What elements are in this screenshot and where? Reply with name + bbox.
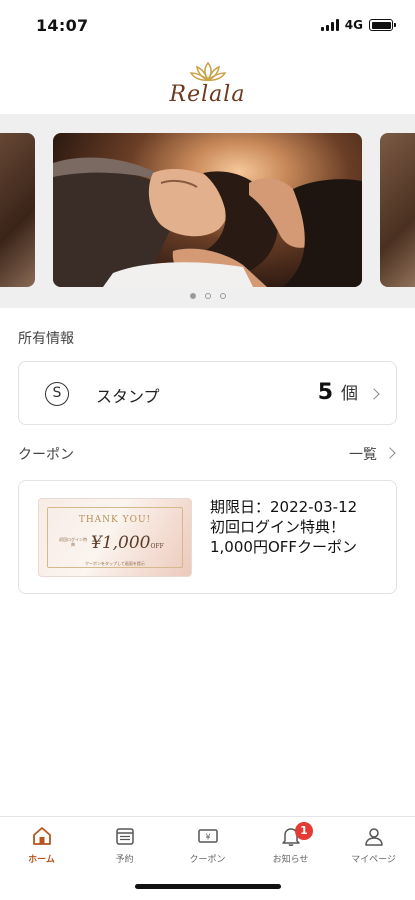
svg-text:¥: ¥ [205, 833, 210, 842]
nav-label-notifications: お知らせ [272, 855, 309, 865]
stamp-card[interactable]: S スタンプ 5 個 [18, 361, 397, 425]
carousel-dot[interactable] [204, 293, 211, 299]
nav-label-mypage: マイページ [351, 855, 396, 865]
coupon-thumbnail-note: クーポンをタップして画面を提示 [85, 561, 145, 566]
coupon-thumbnail-amount: ¥1,000OFF [91, 533, 164, 553]
coupon-heading: クーポン [18, 447, 74, 463]
stamp-count: 5 個 [318, 379, 358, 405]
coupon-thumbnail-amount-value: ¥1,000 [91, 533, 151, 553]
chevron-right-icon [368, 388, 380, 400]
coupon-details: 期限日：2022-03-12 初回ログイン特典！ 1,000円OFFクーポン [210, 497, 357, 557]
calendar-icon [115, 828, 134, 845]
notification-badge: 1 [295, 822, 313, 840]
carousel-slide-current[interactable] [53, 133, 362, 287]
nav-item-mypage[interactable]: マイページ [332, 825, 415, 865]
status-indicators: 4G [320, 18, 396, 32]
logo-text: Relala [169, 82, 246, 107]
battery-icon [369, 19, 396, 31]
nav-item-coupon[interactable]: ¥ クーポン [166, 825, 249, 865]
carousel-slide-previous[interactable] [0, 133, 35, 287]
stamp-label: スタンプ [96, 387, 160, 406]
chevron-right-icon[interactable] [384, 447, 396, 459]
nav-label-home: ホーム [28, 855, 55, 865]
coupon-title-line1: 初回ログイン特典！ [210, 518, 346, 536]
user-icon [364, 828, 383, 846]
status-bar: 14:07 4G [0, 0, 415, 52]
coupon-thumbnail-amount-suffix: OFF [150, 543, 164, 550]
nav-item-home[interactable]: ホーム [0, 825, 83, 865]
home-icon [32, 827, 51, 845]
nav-label-coupon: クーポン [189, 855, 226, 865]
carousel-dot[interactable] [219, 293, 226, 299]
coupon-card[interactable]: THANK YOU! 初回ログイン特典 ¥1,000OFF クーポンをタップして… [18, 480, 397, 594]
image-carousel[interactable] [0, 114, 415, 308]
stamp-icon: S [45, 382, 69, 406]
nav-item-notifications[interactable]: 1 お知らせ [249, 822, 332, 865]
lotus-icon [189, 61, 226, 82]
coupon-title-line2: 1,000円OFFクーポン [210, 538, 358, 556]
carousel-slide-next[interactable] [380, 133, 415, 287]
nav-item-reservation[interactable]: 予約 [83, 825, 166, 865]
network-type: 4G [344, 18, 363, 32]
coupon-expiry: 期限日：2022-03-12 [210, 498, 358, 516]
owned-info-heading: 所有情報 [18, 331, 74, 347]
carousel-dot[interactable] [189, 293, 196, 299]
coupon-icon: ¥ [197, 829, 218, 843]
coupon-thumbnail: THANK YOU! 初回ログイン特典 ¥1,000OFF クーポンをタップして… [38, 498, 192, 577]
spa-photo [53, 157, 362, 287]
signal-icon [320, 19, 339, 31]
carousel-pagination [0, 293, 415, 299]
coupon-thumbnail-thank: THANK YOU! [78, 515, 152, 525]
nav-label-reservation: 予約 [115, 855, 134, 865]
coupon-thumbnail-badge: 初回ログイン特典 [59, 537, 87, 547]
coupon-list-link[interactable]: 一覧 [349, 444, 377, 464]
home-indicator[interactable] [135, 884, 281, 889]
app-logo: Relala [0, 60, 415, 114]
stamp-count-unit: 個 [341, 384, 358, 404]
status-time: 14:07 [36, 16, 89, 35]
stamp-count-number: 5 [317, 380, 333, 405]
